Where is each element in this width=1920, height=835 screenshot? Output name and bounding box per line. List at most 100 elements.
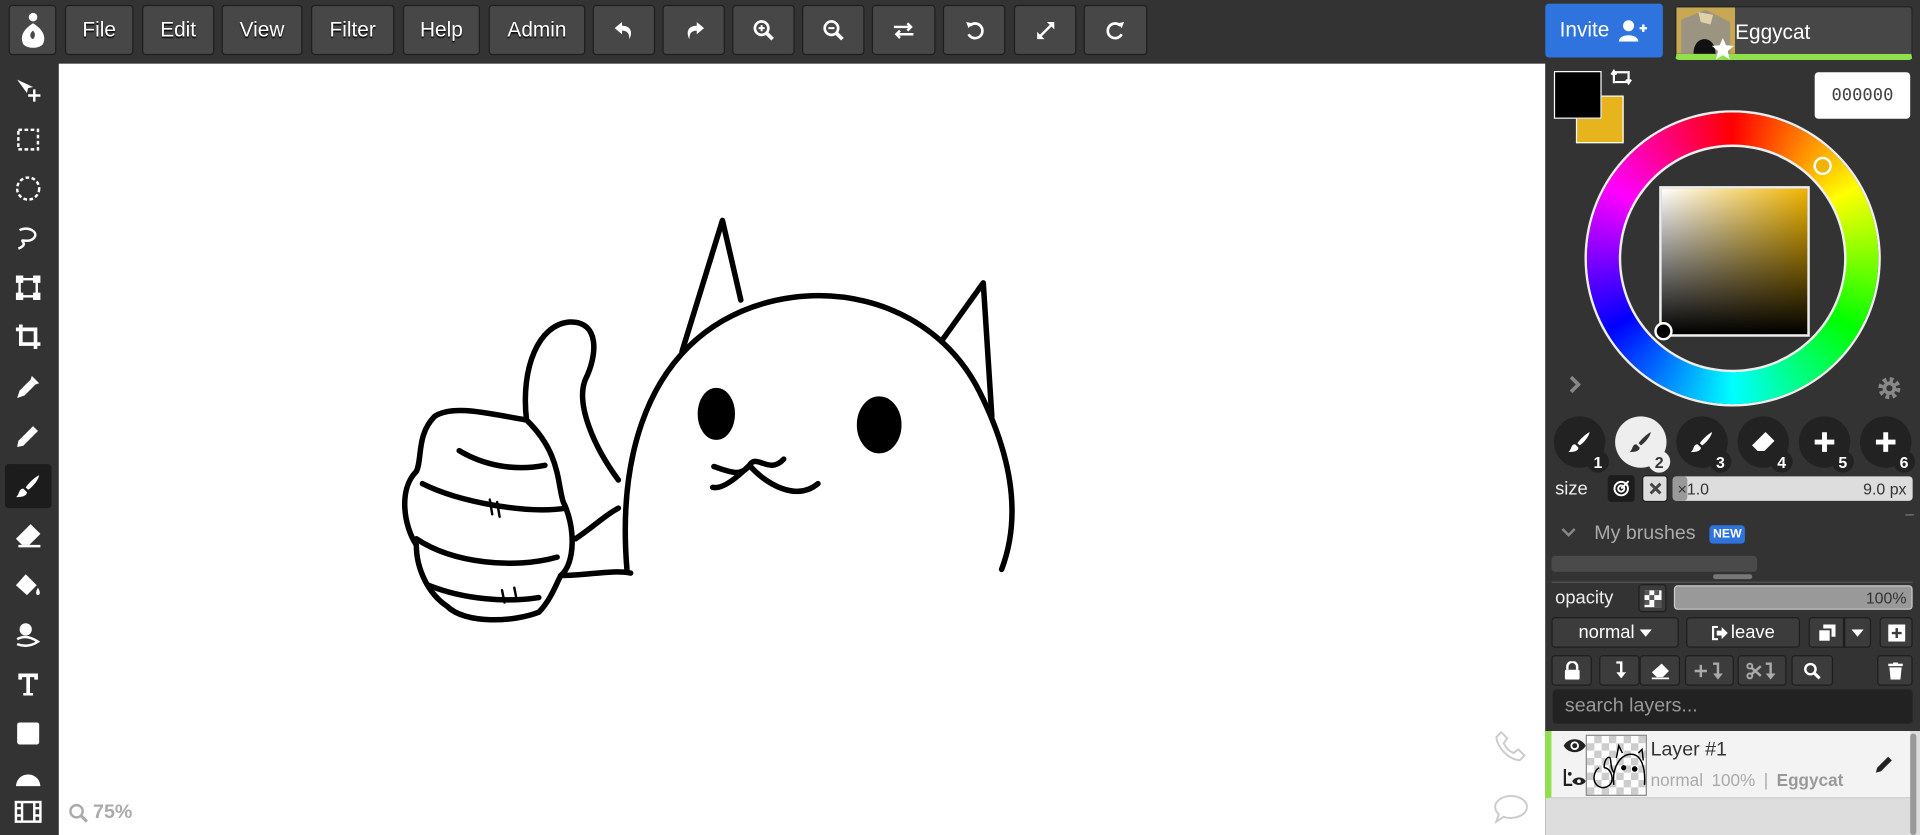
lock-layer-button[interactable]: [1551, 655, 1592, 686]
tool-fill[interactable]: [5, 563, 52, 607]
tool-transform[interactable]: [5, 266, 52, 310]
primary-color-swatch[interactable]: [1553, 71, 1602, 119]
add-layer-button[interactable]: [1879, 617, 1913, 648]
size-close-button[interactable]: [1642, 475, 1668, 503]
duplicate-layer-button[interactable]: [1808, 617, 1845, 648]
layer-blend: normal: [1650, 770, 1704, 790]
tool-rect-select[interactable]: [5, 118, 52, 162]
chevron-right-icon[interactable]: [1567, 375, 1582, 395]
gear-icon[interactable]: [1876, 375, 1903, 402]
eye-icon[interactable]: [1562, 737, 1586, 754]
pressure-size-toggle[interactable]: [1607, 475, 1635, 503]
menu-view[interactable]: View: [221, 4, 303, 56]
zoom-in-button[interactable]: [732, 4, 795, 56]
flip-button[interactable]: [871, 4, 936, 56]
size-slider[interactable]: ×1.0 9.0 px: [1672, 476, 1913, 501]
eraser-icon: [15, 524, 41, 548]
saturation-value-square[interactable]: [1659, 186, 1810, 337]
brush-icon: [1568, 431, 1590, 453]
chat-icon[interactable]: [1493, 793, 1530, 825]
move-icon: [17, 79, 41, 102]
merge-down-button[interactable]: [1599, 655, 1640, 686]
reset-rotation-button[interactable]: [1083, 4, 1148, 56]
add-merge-button[interactable]: [1684, 655, 1734, 686]
panel-resize-handle[interactable]: [1713, 574, 1753, 580]
eyedropper-icon: [17, 375, 40, 398]
undo-button[interactable]: [592, 4, 656, 56]
my-brushes-label[interactable]: My brushes: [1594, 523, 1695, 545]
duplicate-dropdown-button[interactable]: [1844, 617, 1872, 648]
smudge-icon: [16, 623, 41, 647]
layer-row[interactable]: Layer #1 normal 100% | Eggycat: [1545, 731, 1911, 799]
tool-shape[interactable]: [5, 711, 52, 755]
brush-slot-1[interactable]: 1: [1553, 416, 1609, 473]
merge-down-icon: [1615, 661, 1626, 679]
blend-mode-select[interactable]: normal: [1551, 617, 1679, 648]
brush-slot-4[interactable]: 4: [1737, 416, 1793, 473]
opacity-slider[interactable]: 100%: [1673, 585, 1913, 610]
search-layers-input[interactable]: search layers...: [1552, 689, 1913, 724]
layer-list-scrollbar[interactable]: [1910, 733, 1917, 835]
rotate-icon: [965, 21, 984, 39]
menu-file[interactable]: File: [64, 4, 134, 56]
tool-smudge[interactable]: [5, 612, 52, 656]
brush-slot-3[interactable]: 3: [1676, 416, 1732, 473]
tool-eraser[interactable]: [5, 513, 52, 557]
redo-button[interactable]: [662, 4, 725, 56]
rectangle-icon: [17, 722, 40, 745]
cut-merge-button[interactable]: [1737, 655, 1787, 686]
slot-number: 1: [1586, 450, 1609, 473]
tool-pencil[interactable]: [5, 414, 52, 458]
app-logo[interactable]: [8, 4, 57, 56]
drawing-canvas[interactable]: 75%: [58, 63, 1546, 835]
slot-number: 3: [1709, 450, 1732, 473]
invite-button[interactable]: Invite: [1545, 3, 1663, 58]
delete-layer-button[interactable]: [1877, 655, 1913, 686]
paint-bucket-icon: [15, 574, 40, 596]
menu-admin[interactable]: Admin: [488, 4, 586, 56]
tool-text[interactable]: [5, 662, 52, 706]
tool-brush[interactable]: [4, 464, 52, 509]
zoom-out-button[interactable]: [802, 4, 865, 56]
phone-icon[interactable]: [1494, 729, 1528, 763]
menu-help[interactable]: Help: [402, 4, 481, 56]
zoom-indicator[interactable]: 75%: [69, 802, 132, 824]
brush-slot-2[interactable]: 2: [1615, 416, 1671, 473]
cat-thumbs-up-drawing: [402, 217, 1015, 623]
brush-slot-6[interactable]: 6: [1860, 416, 1916, 473]
tool-gradient[interactable]: [5, 762, 52, 787]
user-badge[interactable]: Eggycat: [1675, 6, 1913, 61]
tool-lasso[interactable]: [5, 216, 52, 260]
app: File Edit View Filter Help Admin Invite …: [0, 0, 1920, 835]
layer-opacity: 100%: [1711, 770, 1756, 790]
find-layer-button[interactable]: [1791, 655, 1834, 686]
clear-layer-button[interactable]: [1639, 655, 1681, 686]
swap-colors-icon[interactable]: [1609, 69, 1633, 86]
checkerboard-lock-icon: [1643, 589, 1662, 607]
layer-visibility-settings-icon[interactable]: [1562, 768, 1586, 788]
tool-ellipse-select[interactable]: [5, 167, 52, 211]
size-value: 9.0 px: [1863, 480, 1907, 499]
sv-handle[interactable]: [1654, 322, 1673, 341]
pencil-edit-icon[interactable]: [1873, 753, 1895, 775]
tool-eyedropper[interactable]: [5, 365, 52, 409]
copy-icon: [1816, 623, 1835, 642]
tool-crop[interactable]: [5, 315, 52, 359]
lock-alpha-button[interactable]: [1638, 584, 1667, 613]
tool-timeline[interactable]: [5, 790, 52, 834]
layer-list: Layer #1 normal 100% | Eggycat: [1545, 731, 1920, 835]
chevron-down-icon[interactable]: [1560, 527, 1577, 539]
leave-button[interactable]: leave: [1686, 617, 1801, 648]
fullscreen-button[interactable]: [1013, 4, 1077, 56]
rotate-button[interactable]: [942, 4, 1006, 56]
hex-input[interactable]: 000000: [1814, 72, 1911, 119]
reset-rotation-icon: [1106, 21, 1125, 39]
ellipse-select-icon: [15, 176, 41, 201]
brush-slot-5[interactable]: 5: [1798, 416, 1854, 473]
panel-minimize-icon[interactable]: [1905, 514, 1914, 516]
hue-handle[interactable]: [1813, 156, 1832, 176]
tool-move[interactable]: [5, 69, 52, 113]
menu-edit[interactable]: Edit: [142, 4, 215, 56]
add-layer-icon: [1887, 623, 1905, 642]
menu-filter[interactable]: Filter: [311, 4, 395, 56]
